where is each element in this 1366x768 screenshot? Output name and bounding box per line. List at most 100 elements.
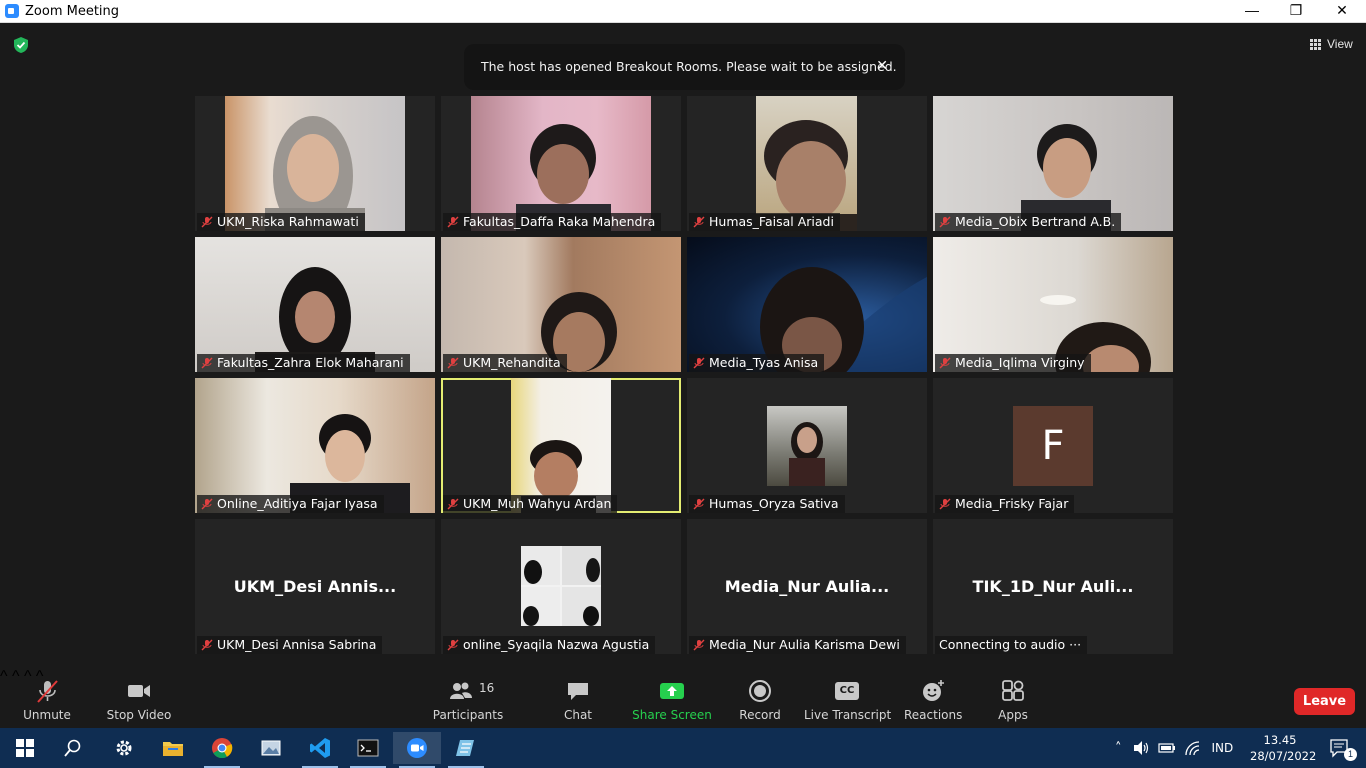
stop-video-button[interactable]: Stop Video: [105, 678, 173, 726]
search-button[interactable]: [49, 732, 97, 764]
taskbar-zoom[interactable]: [393, 732, 441, 768]
chat-bubble-icon: [568, 683, 588, 700]
restore-button[interactable]: ❐: [1273, 0, 1319, 23]
security-shield-icon[interactable]: [13, 36, 29, 54]
share-screen-button[interactable]: Share Screen: [632, 678, 712, 726]
taskbar-terminal[interactable]: [344, 732, 392, 768]
participant-tile[interactable]: F Media_Frisky Fajar: [933, 378, 1173, 513]
participant-tile[interactable]: Media_Nur Aulia... Media_Nur Aulia Karis…: [687, 519, 927, 654]
grid-view-icon: [1310, 38, 1321, 50]
taskbar-chrome[interactable]: [198, 732, 246, 768]
participant-tile[interactable]: Online_Aditiya Fajar Iyasa: [195, 378, 435, 513]
participant-video: [195, 237, 435, 372]
muted-mic-icon: [447, 216, 459, 228]
profile-picture: [767, 406, 847, 488]
participant-name-label: Media_Iqlima Virginy: [935, 354, 1091, 372]
chat-button[interactable]: Chat: [555, 678, 601, 726]
participant-tile[interactable]: Media_Tyas Anisa: [687, 237, 927, 372]
meeting-stage: View The host has opened Breakout Rooms.…: [0, 23, 1366, 668]
notification-count-badge: 1: [1344, 748, 1357, 761]
video-options-caret[interactable]: ^: [12, 668, 20, 685]
participant-name-label: Humas_Faisal Ariadi: [689, 213, 840, 231]
participant-display-name: UKM_Desi Annis...: [233, 577, 397, 596]
participant-name-label: online_Syaqila Nazwa Agustia: [443, 636, 656, 654]
video-camera-icon: [128, 685, 150, 697]
minimize-button[interactable]: —: [1229, 0, 1275, 23]
terminal-icon: [357, 739, 379, 757]
participants-icon: [450, 682, 472, 699]
notepad-icon: [456, 740, 474, 756]
participant-name-label: Fakultas_Daffa Raka Mahendra: [443, 213, 662, 231]
muted-microphone-icon: [37, 680, 58, 703]
participant-tile[interactable]: Media_Iqlima Virginy: [933, 237, 1173, 372]
zoom-app-icon: [5, 4, 19, 18]
muted-mic-icon: [939, 498, 951, 510]
participant-name-label: Media_Tyas Anisa: [689, 354, 825, 372]
participant-name-label: UKM_Riska Rahmawati: [197, 213, 365, 231]
taskbar-vscode[interactable]: [296, 732, 344, 768]
share-screen-icon: [660, 683, 684, 699]
participant-tile[interactable]: Fakultas_Zahra Elok Maharani: [195, 237, 435, 372]
participant-video: [225, 96, 405, 231]
muted-mic-icon: [693, 498, 705, 510]
banner-message: The host has opened Breakout Rooms. Plea…: [481, 59, 897, 74]
taskbar-settings[interactable]: [100, 732, 148, 764]
participant-name-label: Media_Frisky Fajar: [935, 495, 1075, 513]
taskbar-app[interactable]: [442, 732, 490, 768]
vscode-icon: [310, 738, 330, 758]
live-transcript-button[interactable]: CC Live Transcript: [804, 678, 891, 726]
clock-time: 13.45: [1263, 733, 1297, 747]
participant-video: [933, 237, 1173, 372]
search-icon: [64, 739, 81, 757]
participant-video: [687, 237, 927, 372]
audio-options-caret[interactable]: ^: [0, 668, 8, 685]
smiley-reaction-icon: [923, 680, 944, 701]
participant-tile[interactable]: Media_Obix Bertrand A.B.: [933, 96, 1173, 231]
battery-icon[interactable]: [1157, 741, 1176, 755]
participant-tile-active-speaker[interactable]: UKM_Muh Wahyu Ardan: [441, 378, 681, 513]
unmute-button[interactable]: Unmute: [20, 678, 74, 726]
record-button[interactable]: Record: [737, 678, 783, 726]
apps-button[interactable]: Apps: [994, 678, 1032, 726]
window-title: Zoom Meeting: [25, 4, 120, 19]
participants-button[interactable]: 16 Participants: [432, 678, 504, 726]
participant-tile[interactable]: UKM_Desi Annis... UKM_Desi Annisa Sabrin…: [195, 519, 435, 654]
taskbar-file-explorer[interactable]: [149, 732, 197, 764]
participant-video: [756, 96, 857, 231]
participant-tile[interactable]: Fakultas_Daffa Raka Mahendra: [441, 96, 681, 231]
close-window-button[interactable]: ✕: [1319, 0, 1365, 23]
language-indicator[interactable]: IND: [1212, 741, 1234, 755]
participant-tile[interactable]: UKM_Rehandita: [441, 237, 681, 372]
taskbar-clock[interactable]: 13.45 28/07/2022: [1250, 732, 1317, 764]
chevron-up-icon[interactable]: ˄: [1115, 741, 1122, 756]
taskbar-app[interactable]: [247, 732, 295, 764]
participant-video: [471, 96, 651, 231]
photos-app-icon: [261, 740, 281, 756]
view-button[interactable]: View: [1304, 33, 1359, 55]
muted-mic-icon: [201, 498, 213, 510]
participant-tile[interactable]: UKM_Riska Rahmawati: [195, 96, 435, 231]
closed-caption-icon: CC: [835, 678, 859, 704]
wifi-icon[interactable]: [1184, 740, 1202, 756]
participant-display-name: Media_Nur Aulia...: [724, 577, 890, 596]
notification-center-button[interactable]: 1: [1316, 732, 1364, 764]
participant-video: [933, 96, 1173, 231]
participant-video: [511, 378, 611, 513]
participant-tile[interactable]: Humas_Faisal Ariadi: [687, 96, 927, 231]
start-button[interactable]: [1, 732, 49, 764]
apps-icon: [1002, 680, 1024, 701]
participant-tile[interactable]: TIK_1D_Nur Auli... Connecting to audio ·…: [933, 519, 1173, 654]
banner-close-button[interactable]: ✕: [876, 57, 888, 74]
clock-date: 28/07/2022: [1250, 749, 1317, 763]
participant-name-label: Fakultas_Zahra Elok Maharani: [197, 354, 410, 372]
leave-meeting-button[interactable]: Leave: [1294, 688, 1355, 715]
participant-tile[interactable]: Humas_Oryza Sativa: [687, 378, 927, 513]
participant-name-label: UKM_Muh Wahyu Ardan: [443, 495, 618, 513]
participant-display-name: TIK_1D_Nur Auli...: [972, 577, 1134, 596]
participant-tile[interactable]: online_Syaqila Nazwa Agustia: [441, 519, 681, 654]
reactions-button[interactable]: Reactions: [904, 678, 962, 726]
meeting-controls-toolbar: Unmute ^ Stop Video ^ 16 Participants ^ …: [0, 668, 1366, 728]
participant-name-label: Humas_Oryza Sativa: [689, 495, 845, 513]
speaker-icon[interactable]: [1132, 740, 1150, 756]
muted-mic-icon: [201, 639, 213, 651]
